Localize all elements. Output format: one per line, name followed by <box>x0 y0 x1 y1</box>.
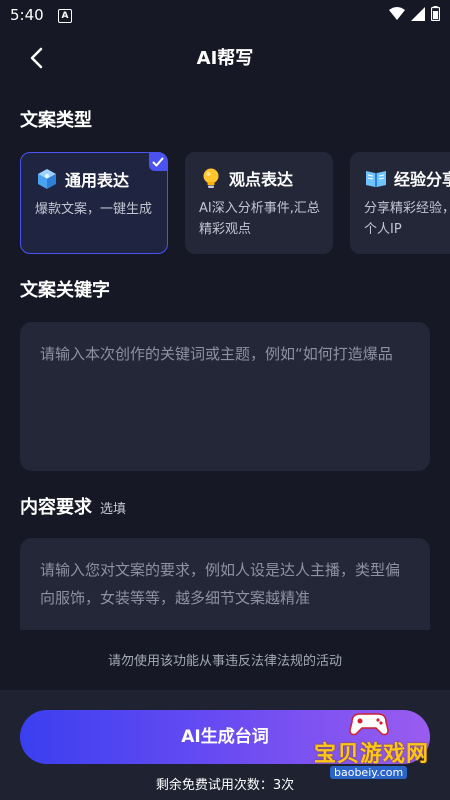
content-section-title: 内容要求 选填 <box>20 493 126 519</box>
keyword-section-title: 文案关键字 <box>20 280 110 301</box>
cube-icon <box>38 169 56 189</box>
content-section-label: 内容要求 <box>20 497 92 518</box>
type-section-title: 文案类型 <box>20 110 92 131</box>
type-card-general[interactable]: 通用表达 爆款文案，一键生成 <box>20 152 168 254</box>
book-icon <box>366 171 386 187</box>
type-card-experience[interactable]: 经验分享 分享精彩经验，打造个人IP <box>350 152 450 254</box>
status-time: 5:40 <box>10 6 44 24</box>
card-desc: AI深入分析事件,汇总精彩观点 <box>199 201 320 237</box>
status-bar: 5:40 A <box>0 0 450 32</box>
signal-icon <box>411 6 425 21</box>
watermark: 宝贝游戏网 baobeiy.com <box>308 708 438 790</box>
type-card-opinion[interactable]: 观点表达 AI深入分析事件,汇总精彩观点 <box>185 152 333 254</box>
status-icons <box>389 6 440 21</box>
type-cards: 通用表达 爆款文案，一键生成 观点表达 AI深入分析事件,汇总精彩观点 经验分 … <box>20 152 450 254</box>
optional-tag: 选填 <box>100 502 127 517</box>
card-desc: 爆款文案，一键生成 <box>35 202 153 217</box>
notification-icon: A <box>58 9 72 23</box>
legal-warning: 请勿使用该功能从事违反法律法规的活动 <box>107 654 342 669</box>
battery-icon <box>431 6 440 21</box>
card-desc: 分享精彩经验，打造个人IP <box>364 201 450 237</box>
watermark-text: 宝贝游戏网 <box>314 742 430 767</box>
keyword-input[interactable]: 请输入本次创作的关键词或主题，例如“如何打造爆品 <box>20 322 430 471</box>
lightbulb-icon <box>203 168 219 188</box>
watermark-url: baobeiy.com <box>330 766 408 779</box>
card-title: 通用表达 <box>65 171 130 190</box>
selected-check-badge <box>149 153 167 171</box>
gamepad-logo-icon <box>349 713 389 736</box>
card-title: 观点表达 <box>229 170 294 189</box>
page-title: AI帮写 <box>196 48 254 69</box>
check-icon <box>152 157 164 167</box>
content-requirements-input[interactable]: 请输入您对文案的要求，例如人设是达人主播，类型偏向服饰，女装等等，越多细节文案越… <box>20 538 430 630</box>
top-bar: AI帮写 <box>0 32 450 84</box>
wifi-icon <box>389 6 405 20</box>
card-title: 经验分享 <box>394 170 450 189</box>
